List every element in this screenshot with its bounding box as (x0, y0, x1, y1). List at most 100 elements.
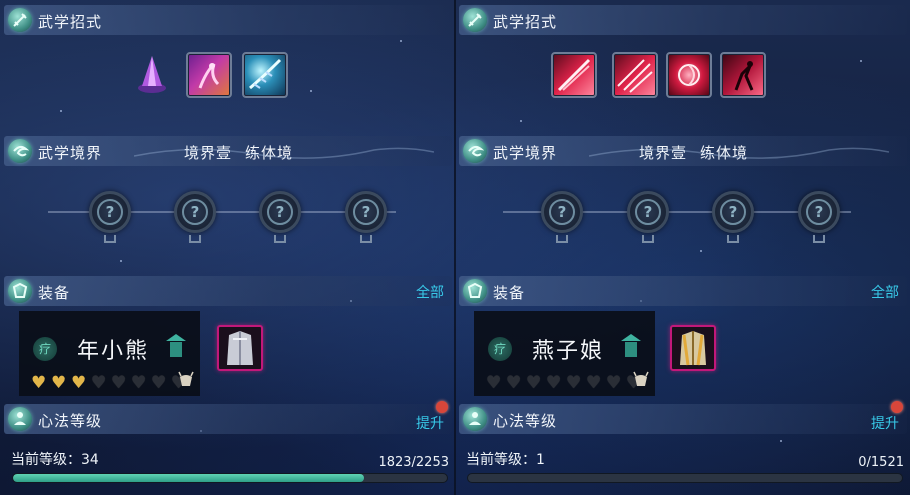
swirl-icon (8, 139, 32, 163)
node-slot-marker (727, 235, 739, 243)
panel-divider (454, 0, 456, 495)
xp-bar-fill (13, 474, 365, 482)
frost-slash-icon (249, 58, 282, 90)
heart-empty-icon: ♥ (506, 373, 522, 393)
node-slot-marker (189, 235, 201, 243)
skill-slot-3[interactable] (242, 52, 288, 98)
skills-header: 武学招式 (459, 5, 907, 35)
heart-empty-icon: ♥ (486, 373, 502, 393)
class-badge: 疗 (488, 337, 512, 361)
swirl-icon (463, 139, 487, 163)
locked-node-icon: ? (635, 199, 661, 225)
realm-node-4[interactable]: ? (345, 191, 387, 243)
equip-title: 装备 (38, 284, 71, 302)
companion-card[interactable]: 疗 燕子娘 ♥ ♥ ♥ ♥ ♥ ♥ ♥ ♥ (474, 311, 655, 396)
skills-title: 武学招式 (493, 13, 558, 31)
realm-node-1[interactable]: ? (89, 191, 131, 243)
character-panel-right: 武学招式 武学境界 境界壹 练体境 ? ? ? ? 装备 全部 疗 燕子娘 ♥ ♥… (457, 0, 909, 495)
locked-node-icon: ? (806, 199, 832, 225)
current-level: 当前等级：1 (466, 452, 545, 468)
realm-node-3[interactable]: ? (259, 191, 301, 243)
meditation-figure-icon (8, 407, 32, 431)
goat-icon (633, 371, 649, 386)
realm-title: 武学境界 (38, 144, 103, 162)
skill-slot-2[interactable] (612, 52, 658, 98)
locked-node-icon: ? (549, 199, 575, 225)
locked-node-icon: ? (720, 199, 746, 225)
goat-icon (178, 371, 194, 386)
armor-icon (463, 279, 487, 303)
golden-robe-icon (680, 331, 706, 366)
realm-node-1[interactable]: ? (541, 191, 583, 243)
heart-empty-icon: ♥ (131, 373, 147, 393)
heart-filled-icon: ♥ (71, 373, 87, 393)
equipment-slot[interactable] (670, 325, 716, 371)
equip-header: 装备 全部 (459, 276, 907, 306)
notification-dot (436, 401, 448, 413)
meditation-figure-icon (463, 407, 487, 431)
straw-hat-figure-icon (166, 334, 186, 357)
companion-card[interactable]: 疗 年小熊 ♥ ♥ ♥ ♥ ♥ ♥ ♥ ♥ (19, 311, 200, 396)
node-slot-marker (104, 235, 116, 243)
mind-title: 心法等级 (493, 412, 558, 430)
locked-node-icon: ? (353, 199, 379, 225)
equip-all-link[interactable]: 全部 (416, 282, 444, 302)
xp-bar (467, 473, 903, 483)
realm-header: 武学境界 境界壹 练体境 (459, 136, 907, 166)
crystal-cone-icon (138, 56, 166, 93)
mind-title: 心法等级 (38, 412, 103, 430)
crimson-warrior-icon (734, 61, 754, 91)
heart-filled-icon: ♥ (31, 373, 47, 393)
mind-upgrade-link[interactable]: 提升 (871, 413, 899, 433)
character-panel-left: 武学招式 武学境界 境界壹 练体境 ? ? ? ? 装备 全部 疗 年小熊 ♥ … (2, 0, 454, 495)
class-badge: 疗 (33, 337, 57, 361)
realm-node-2[interactable]: ? (174, 191, 216, 243)
sword-icon (463, 8, 487, 32)
mind-header: 心法等级 提升 (4, 404, 452, 434)
xp-bar (12, 473, 448, 483)
equipment-slot[interactable] (217, 325, 263, 371)
skill-slot-1[interactable] (551, 52, 597, 98)
realm-title: 武学境界 (493, 144, 558, 162)
node-slot-marker (556, 235, 568, 243)
heart-empty-icon: ♥ (606, 373, 622, 393)
node-slot-marker (813, 235, 825, 243)
straw-hat-figure-icon (621, 334, 641, 357)
companion-name: 燕子娘 (532, 339, 605, 364)
heart-empty-icon: ♥ (151, 373, 167, 393)
xp-counter: 0/1521 (858, 455, 904, 470)
locked-node-icon: ? (182, 199, 208, 225)
heart-empty-icon: ♥ (111, 373, 127, 393)
heart-empty-icon: ♥ (91, 373, 107, 393)
node-slot-marker (274, 235, 286, 243)
skills-title: 武学招式 (38, 13, 103, 31)
node-slot-marker (642, 235, 654, 243)
notification-dot (891, 401, 903, 413)
mind-header: 心法等级 提升 (459, 404, 907, 434)
realm-header: 武学境界 境界壹 练体境 (4, 136, 452, 166)
skill-slot-4[interactable] (720, 52, 766, 98)
realm-node-2[interactable]: ? (627, 191, 669, 243)
crimson-whirl-icon (678, 64, 700, 86)
affinity-hearts: ♥ ♥ ♥ ♥ ♥ ♥ ♥ ♥ (486, 373, 646, 393)
skill-slot-3[interactable] (666, 52, 712, 98)
xp-counter: 1823/2253 (378, 455, 449, 470)
skill-slot-1[interactable] (130, 52, 174, 98)
sword-icon (8, 8, 32, 32)
heart-empty-icon: ♥ (586, 373, 602, 393)
crimson-slash-icon (557, 58, 591, 92)
heart-empty-icon: ♥ (566, 373, 582, 393)
skills-header: 武学招式 (4, 5, 452, 35)
cloud-ornament (134, 147, 434, 159)
node-slot-marker (360, 235, 372, 243)
mind-upgrade-link[interactable]: 提升 (416, 413, 444, 433)
white-robe-icon (227, 331, 253, 365)
equip-all-link[interactable]: 全部 (871, 282, 899, 302)
companion-name: 年小熊 (77, 339, 150, 364)
affinity-hearts: ♥ ♥ ♥ ♥ ♥ ♥ ♥ ♥ (31, 373, 191, 393)
skill-slot-2[interactable] (186, 52, 232, 98)
realm-node-3[interactable]: ? (712, 191, 754, 243)
heart-empty-icon: ♥ (526, 373, 542, 393)
heart-filled-icon: ♥ (51, 373, 67, 393)
realm-node-4[interactable]: ? (798, 191, 840, 243)
